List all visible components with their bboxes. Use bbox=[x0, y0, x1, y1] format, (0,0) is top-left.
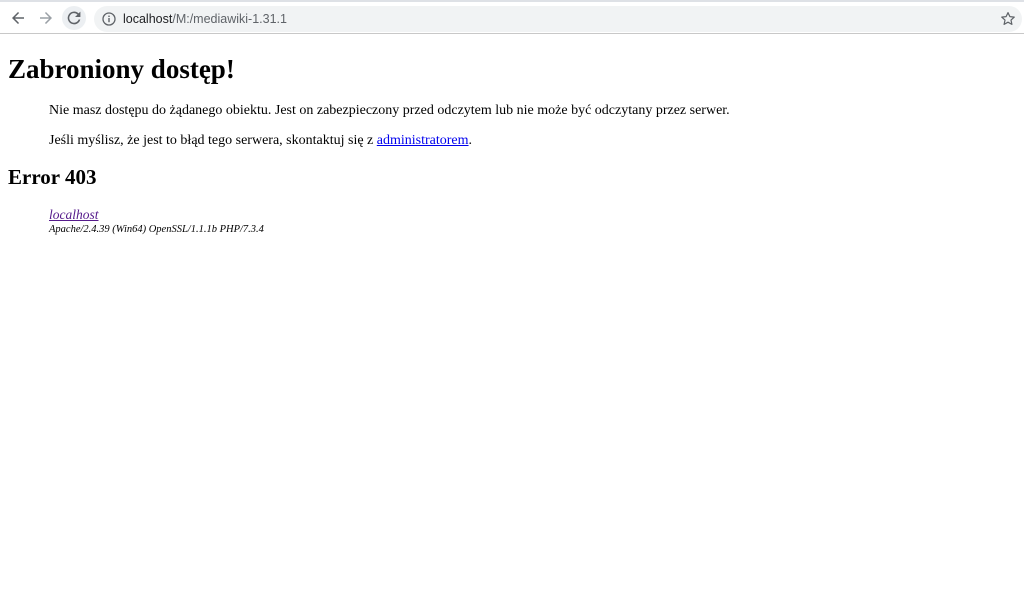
info-icon[interactable] bbox=[102, 12, 116, 26]
localhost-link[interactable]: localhost bbox=[49, 206, 264, 223]
reload-icon bbox=[67, 11, 81, 25]
error-code-heading: Error 403 bbox=[8, 165, 97, 189]
contact-paragraph: Jeśli myślisz, że jest to błąd tego serw… bbox=[49, 132, 472, 150]
url-host: localhost bbox=[123, 12, 173, 26]
arrow-left-icon bbox=[12, 12, 24, 24]
back-button[interactable] bbox=[6, 6, 30, 30]
browser-toolbar: localhost/M:/mediawiki-1.31.1 bbox=[0, 0, 1024, 34]
arrow-right-icon bbox=[40, 12, 52, 24]
address-bar[interactable]: localhost/M:/mediawiki-1.31.1 bbox=[94, 6, 1022, 32]
page-title: Zabroniony dostęp! bbox=[8, 54, 235, 84]
url-path: /M:/mediawiki-1.31.1 bbox=[172, 12, 287, 26]
forward-button[interactable] bbox=[34, 6, 58, 30]
page-content: Zabroniony dostęp! Nie masz dostępu do ż… bbox=[0, 34, 1024, 604]
server-version: Apache/2.4.39 (Win64) OpenSSL/1.1.1b PHP… bbox=[49, 224, 264, 235]
star-icon[interactable] bbox=[1000, 11, 1016, 27]
contact-suffix: . bbox=[468, 133, 473, 148]
contact-text: Jeśli myślisz, że jest to błąd tego serw… bbox=[49, 133, 377, 148]
administrator-link[interactable]: administratorem bbox=[377, 133, 469, 148]
error-description: Nie masz dostępu do żądanego obiektu. Je… bbox=[49, 103, 730, 118]
server-signature: localhost Apache/2.4.39 (Win64) OpenSSL/… bbox=[49, 206, 264, 237]
reload-button[interactable] bbox=[62, 6, 86, 30]
url-text[interactable]: localhost/M:/mediawiki-1.31.1 bbox=[123, 6, 287, 32]
